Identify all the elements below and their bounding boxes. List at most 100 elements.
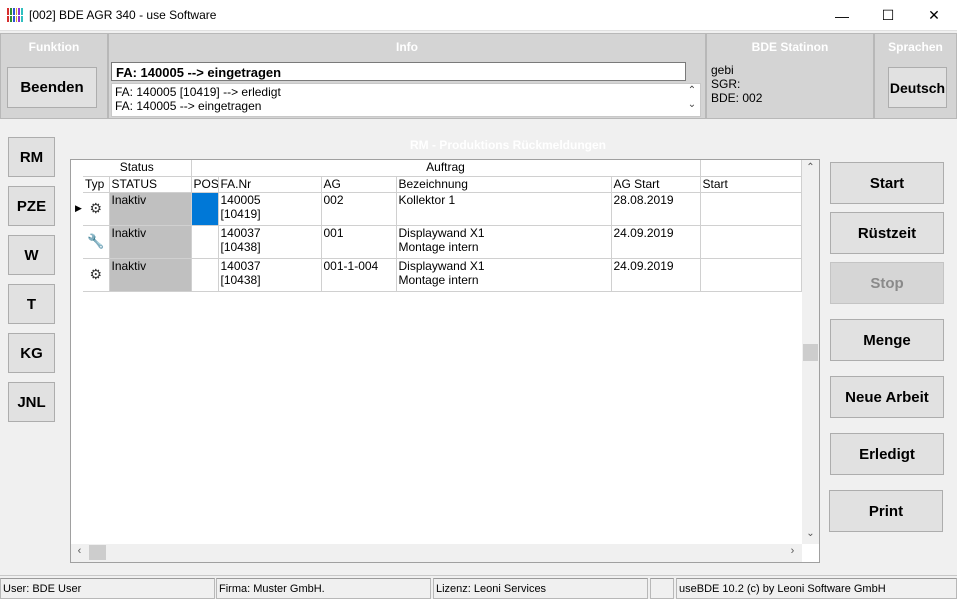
language-button[interactable]: Deutsch xyxy=(888,67,947,108)
start-button[interactable]: Start xyxy=(830,162,944,204)
chevron-down-icon[interactable]: ⌄ xyxy=(802,528,819,539)
minimize-button[interactable]: — xyxy=(819,0,865,31)
ag-start-cell[interactable]: 24.09.2019 xyxy=(611,225,701,259)
title-bar: [002] BDE AGR 340 - use Software — ☐ ✕ xyxy=(0,0,957,31)
funktion-label: Funktion xyxy=(28,40,80,54)
close-icon: ✕ xyxy=(928,7,940,23)
ruestzeit-button[interactable]: Rüstzeit xyxy=(830,212,944,254)
bezeichnung-line: Displaywand X1 xyxy=(398,225,485,240)
info-log-scrollbar[interactable]: ⌃ ⌄ xyxy=(684,84,700,116)
ag-cell[interactable]: 001-1-004 xyxy=(321,258,397,292)
fa-nr-cell[interactable]: 140037 [10438] xyxy=(218,225,322,259)
ag-start-cell[interactable]: 24.09.2019 xyxy=(611,258,701,292)
chevron-right-icon[interactable]: › xyxy=(784,545,801,557)
nav-button-w[interactable]: W xyxy=(8,235,55,275)
info-log-line: FA: 140005 [10419] --> erledigt xyxy=(115,85,281,99)
start-cell[interactable] xyxy=(700,225,802,259)
bezeichnung-cell[interactable]: Kollektor 1 xyxy=(396,192,612,226)
typ-cell[interactable]: ⚙ xyxy=(83,258,110,292)
bezeichnung-cell[interactable]: Displaywand X1 Montage intern xyxy=(396,225,612,259)
nav-button-rm[interactable]: RM xyxy=(8,137,55,177)
table-row[interactable]: ⚙ Inaktiv 140037 [10438] 001-1-004 Displa… xyxy=(83,258,802,292)
pos-cell[interactable] xyxy=(191,258,219,292)
status-bar: User: BDE User Firma: Muster GmbH. Lizen… xyxy=(0,575,957,599)
app-icon-cell xyxy=(18,8,21,15)
order-grid[interactable]: Status Auftrag Typ STATUS POS FA.Nr AG B… xyxy=(70,159,820,563)
chevron-down-icon[interactable]: ⌄ xyxy=(684,98,700,112)
status-cell[interactable]: Inaktiv xyxy=(109,258,192,292)
status-lizenz: Lizenz: Leoni Services xyxy=(433,578,648,599)
fa-nr: 140037 xyxy=(220,258,261,273)
column-header-typ[interactable]: Typ xyxy=(83,176,110,193)
start-cell[interactable] xyxy=(700,192,802,226)
scrollbar-thumb[interactable] xyxy=(89,545,106,560)
chevron-up-icon[interactable]: ⌃ xyxy=(802,162,819,173)
chevron-left-icon[interactable]: ‹ xyxy=(71,545,88,557)
status-extra xyxy=(650,578,674,599)
nav-button-jnl[interactable]: JNL xyxy=(8,382,55,422)
bezeichnung-line: Displaywand X1 xyxy=(398,258,485,273)
typ-cell[interactable]: ⚙ xyxy=(83,192,110,226)
station-line: BDE: 002 xyxy=(711,91,763,105)
close-button[interactable]: ✕ xyxy=(911,0,957,31)
maximize-button[interactable]: ☐ xyxy=(865,0,911,31)
column-header-ag[interactable]: AG xyxy=(321,176,397,193)
status-cell[interactable]: Inaktiv xyxy=(109,192,192,226)
nav-button-kg[interactable]: KG xyxy=(8,333,55,373)
station-line: SGR: xyxy=(711,77,741,91)
scrollbar-thumb[interactable] xyxy=(803,344,818,361)
ag-start-cell[interactable]: 28.08.2019 xyxy=(611,192,701,226)
bezeichnung-line: Kollektor 1 xyxy=(398,192,456,207)
column-header-fa-nr[interactable]: FA.Nr xyxy=(218,176,322,193)
order-table: Status Auftrag Typ STATUS POS FA.Nr AG B… xyxy=(83,160,802,292)
app-icon-cell xyxy=(21,8,23,15)
sprachen-label: Sprachen xyxy=(888,40,943,54)
grid-vertical-scrollbar[interactable]: ⌃ ⌄ xyxy=(802,160,819,544)
typ-cell[interactable]: 🔧 xyxy=(83,225,110,259)
app-icon-cell xyxy=(21,15,23,22)
erledigt-button[interactable]: Erledigt xyxy=(830,433,944,475)
status-cell[interactable]: Inaktiv xyxy=(109,225,192,259)
menge-button[interactable]: Menge xyxy=(830,319,944,361)
chevron-up-icon[interactable]: ⌃ xyxy=(684,84,700,98)
ag-cell[interactable]: 002 xyxy=(321,192,397,226)
print-button[interactable]: Print xyxy=(829,490,943,532)
fa-sub: [10419] xyxy=(220,206,261,221)
table-row[interactable]: 🔧 Inaktiv 140037 [10438] 001 Displaywand … xyxy=(83,225,802,259)
station-label: BDE Statinon xyxy=(751,40,829,54)
fa-nr-cell[interactable]: 140005 [10419] xyxy=(218,192,322,226)
column-header-bezeichnung[interactable]: Bezeichnung xyxy=(396,176,612,193)
app-icon xyxy=(7,8,23,22)
nav-button-pze[interactable]: PZE xyxy=(8,186,55,226)
group-header-auftrag: Auftrag xyxy=(191,160,701,177)
fa-nr-cell[interactable]: 140037 [10438] xyxy=(218,258,322,292)
nav-button-t[interactable]: T xyxy=(8,284,55,324)
ag-cell[interactable]: 001 xyxy=(321,225,397,259)
pos-cell[interactable] xyxy=(191,225,219,259)
table-row[interactable]: ⚙ Inaktiv 140005 [10419] 002 Kollektor 1 … xyxy=(83,192,802,226)
neue-arbeit-button[interactable]: Neue Arbeit xyxy=(830,376,944,418)
grid-horizontal-scrollbar[interactable]: ‹ › xyxy=(71,544,802,562)
beenden-button[interactable]: Beenden xyxy=(7,67,97,108)
info-log[interactable]: FA: 140005 [10419] --> erledigt FA: 1400… xyxy=(111,83,701,117)
fa-nr: 140005 xyxy=(220,192,261,207)
app-icon-cell xyxy=(9,15,12,22)
info-log-line: FA: 140005 --> eingetragen xyxy=(115,99,262,113)
bezeichnung-line: Montage intern xyxy=(398,239,479,254)
status-firma: Firma: Muster GmbH. xyxy=(216,578,431,599)
app-icon-cell xyxy=(12,15,15,22)
column-header-start[interactable]: Start xyxy=(700,176,802,193)
maximize-icon: ☐ xyxy=(881,7,895,23)
column-header-pos[interactable]: POS xyxy=(191,176,219,193)
fa-nr: 140037 xyxy=(220,225,261,240)
wrench-icon: 🔧 xyxy=(87,233,105,249)
stop-button[interactable]: Stop xyxy=(830,262,944,304)
pos-cell[interactable] xyxy=(191,192,219,226)
app-icon-cell xyxy=(15,8,18,15)
bezeichnung-cell[interactable]: Displaywand X1 Montage intern xyxy=(396,258,612,292)
column-header-ag-start[interactable]: AG Start xyxy=(611,176,701,193)
start-cell[interactable] xyxy=(700,258,802,292)
section-title: RM - Produktions Rückmeldungen xyxy=(409,138,606,152)
column-header-status[interactable]: STATUS xyxy=(109,176,192,193)
app-icon-cell xyxy=(18,15,21,22)
